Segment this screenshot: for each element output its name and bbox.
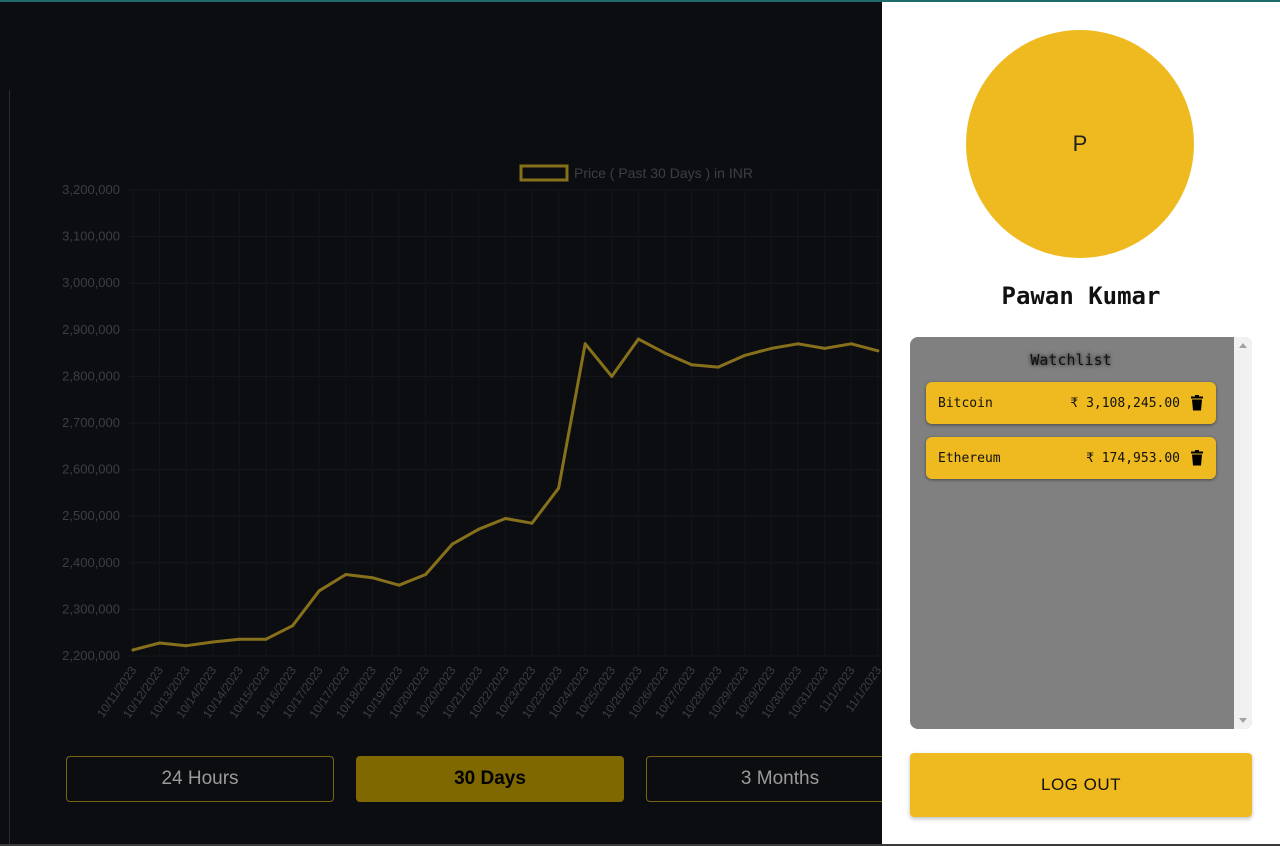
watchlist-scrollbar[interactable] [1234, 337, 1252, 729]
coin-name: Bitcoin [938, 395, 993, 411]
y-tick-label: 3,100,000 [62, 229, 120, 244]
data-point [264, 637, 268, 641]
avatar: P [966, 30, 1194, 258]
data-point [557, 486, 561, 490]
trash-icon[interactable] [1190, 450, 1204, 466]
data-point [424, 572, 428, 576]
data-point [716, 365, 720, 369]
range-button-24h[interactable]: 24 Hours [66, 756, 334, 802]
data-point [131, 648, 135, 652]
logout-button[interactable]: LOG OUT [910, 753, 1252, 817]
y-tick-label: 2,300,000 [62, 601, 120, 616]
y-tick-label: 2,600,000 [62, 462, 120, 477]
y-tick-label: 2,900,000 [62, 322, 120, 337]
watchlist-item[interactable]: Bitcoin ₹ 3,108,245.00 [926, 382, 1216, 424]
data-point [158, 641, 162, 645]
watchlist-title: Watchlist [1030, 351, 1112, 369]
coin-price: ₹ 174,953.00 [1086, 450, 1180, 466]
watchlist-panel[interactable]: Watchlist Bitcoin ₹ 3,108,245.00 Ethereu… [910, 337, 1252, 729]
data-point [397, 583, 401, 587]
data-point [237, 637, 241, 641]
coin-name: Ethereum [938, 450, 1001, 466]
y-tick-label: 2,700,000 [62, 415, 120, 430]
data-point [769, 346, 773, 350]
data-point [211, 640, 215, 644]
data-point [743, 353, 747, 357]
profile-drawer: P Pawan Kumar Watchlist Bitcoin ₹ 3,108,… [882, 2, 1280, 844]
data-point [503, 517, 507, 521]
data-point [823, 346, 827, 350]
data-point [876, 349, 880, 353]
user-name: Pawan Kumar [1001, 282, 1161, 310]
data-point [184, 644, 188, 648]
trash-icon[interactable] [1190, 395, 1204, 411]
data-point [636, 337, 640, 341]
y-tick-label: 3,200,000 [62, 182, 120, 197]
chart-panel: 3,200,000 3,100,000 3,000,000 2,900,000 2,80… [0, 2, 882, 844]
price-chart: 3,200,000 3,100,000 3,000,000 2,900,000 2,80… [62, 164, 882, 721]
data-point [450, 542, 454, 546]
y-tick-label: 3,000,000 [62, 275, 120, 290]
data-point [796, 342, 800, 346]
data-point [583, 342, 587, 346]
data-point [317, 589, 321, 593]
data-point [344, 572, 348, 576]
y-tick-label: 2,200,000 [62, 648, 120, 663]
watchlist-item[interactable]: Ethereum ₹ 174,953.00 [926, 437, 1216, 479]
y-tick-label: 2,400,000 [62, 555, 120, 570]
y-tick-label: 2,500,000 [62, 508, 120, 523]
data-point [690, 363, 694, 367]
legend-swatch [519, 164, 569, 182]
data-point [663, 351, 667, 355]
data-point [477, 527, 481, 531]
coin-price: ₹ 3,108,245.00 [1070, 395, 1180, 411]
range-button-3m[interactable]: 3 Months [646, 756, 882, 802]
range-button-30d[interactable]: 30 Days [356, 756, 624, 802]
data-point [530, 521, 534, 525]
data-point [291, 624, 295, 628]
legend-label: Price ( Past 30 Days ) in INR [574, 165, 753, 181]
scroll-down-icon[interactable] [1239, 718, 1247, 723]
scroll-up-icon[interactable] [1239, 343, 1247, 348]
data-point [849, 342, 853, 346]
data-point [610, 374, 614, 378]
y-tick-label: 2,800,000 [62, 368, 120, 383]
data-point [370, 576, 374, 580]
